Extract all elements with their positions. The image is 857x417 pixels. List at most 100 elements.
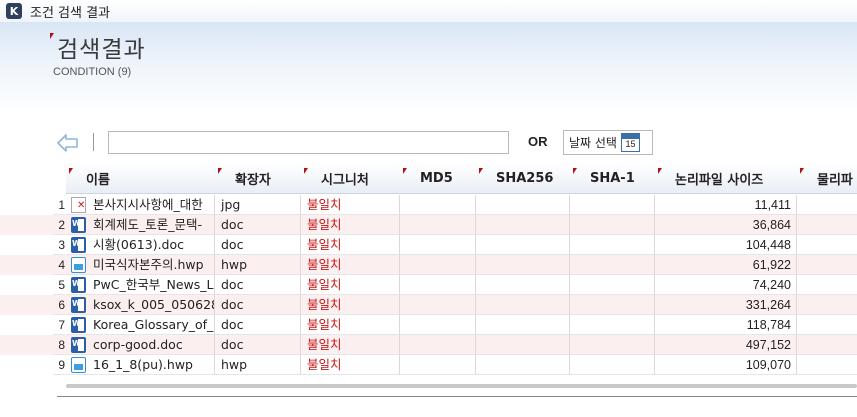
signature-cell: 불일치 [301,255,400,275]
hwp-file-icon [71,257,86,273]
table-row[interactable]: 2 회계제도_토론_문택-doc불일치 36,864 [0,215,857,235]
physical-size-cell [797,295,857,315]
file-name-cell[interactable]: 본사지시사항에_대한 [66,195,215,215]
table-row[interactable]: 4 미국식자본주의.hwp hwp 불일치 61,922 [0,255,857,275]
column-header-sha1[interactable]: SHA-1 [570,163,655,194]
file-name: Korea_Glossary_of_1 [93,317,215,332]
row-number: 2 [53,215,65,235]
physical-size-cell [797,355,857,375]
sha256-cell [476,255,570,275]
horizontal-scrollbar[interactable] [66,384,857,388]
column-header-name[interactable]: 이름 [66,163,215,194]
column-header-md5[interactable]: MD5 [400,163,476,194]
table-row[interactable]: 9 16_1_8(pu).hwp hwp 불일치 109,070 [0,355,857,375]
physical-size-cell [797,215,857,235]
file-name: corp-good.doc [93,337,183,352]
table-row[interactable]: 8 corp-good.doc doc불일치 497,152 [0,335,857,355]
search-input[interactable] [108,131,509,154]
file-name-cell[interactable]: 회계제도_토론_문택- [66,215,215,235]
file-name: PwC_한국부_News_L [93,277,214,292]
sha256-cell [476,295,570,315]
physical-size-cell [797,315,857,335]
table-row[interactable]: 7 Korea_Glossary_of_1doc불일치 118,784 [0,315,857,335]
file-name-cell[interactable]: Korea_Glossary_of_1 [66,315,215,335]
logical-size-cell: 331,264 [655,295,797,315]
file-name-cell[interactable]: corp-good.doc [66,335,215,355]
logical-size-cell: 61,922 [655,255,797,275]
file-name: 본사지시사항에_대한 [93,197,203,212]
sha256-cell [476,275,570,295]
file-name-cell[interactable]: 시황(0613).doc [66,235,215,255]
signature-cell: 불일치 [301,195,400,215]
sha256-cell [476,355,570,375]
md5-cell [400,215,476,235]
md5-cell [400,315,476,335]
file-name: 회계제도_토론_문택- [93,217,203,232]
extension-cell: jpg [215,195,301,215]
md5-cell [400,195,476,215]
extension-cell: doc [215,335,301,355]
physical-size-cell [797,275,857,295]
condition-count: CONDITION (9) [53,66,132,78]
physical-size-cell [797,335,857,355]
hwp-file-icon [71,357,86,373]
sha1-cell [570,235,655,255]
signature-cell: 불일치 [301,335,400,355]
md5-cell [400,275,476,295]
row-number: 1 [53,195,65,215]
extension-cell: doc [215,215,301,235]
column-header-logical-size[interactable]: 논리파일 사이즈 [655,163,797,194]
extension-cell: doc [215,315,301,335]
title-marker-icon [50,33,54,39]
date-select-button[interactable]: 날짜 선택 15 [563,130,653,155]
table-row[interactable]: 3 시황(0613).doc doc불일치 104,448 [0,235,857,255]
file-name-cell[interactable]: PwC_한국부_News_L [66,275,215,295]
bottom-divider [57,396,857,397]
physical-size-cell [797,195,857,215]
file-name: 미국식자본주의.hwp [93,257,204,272]
window-titlebar: K 조건 검색 결과 [0,0,857,22]
sha1-cell [570,295,655,315]
sha1-cell [570,255,655,275]
column-header-ext[interactable]: 확장자 [215,163,301,194]
extension-cell: doc [215,275,301,295]
extension-cell: hwp [215,255,301,275]
file-name: 16_1_8(pu).hwp [93,357,193,372]
signature-cell: 불일치 [301,355,400,375]
table-row[interactable]: 1 본사지시사항에_대한 jpg불일치 11,411 [0,195,857,215]
signature-cell: 불일치 [301,235,400,255]
signature-cell: 불일치 [301,315,400,335]
column-header-sha256[interactable]: SHA256 [476,163,570,194]
toolbar-separator [93,133,94,151]
calendar-icon: 15 [620,133,640,152]
row-number: 3 [53,235,65,255]
row-number: 8 [53,335,65,355]
doc-file-icon [71,317,86,333]
file-name-cell[interactable]: ksox_k_005_050628.c [66,295,215,315]
signature-cell: 불일치 [301,215,400,235]
physical-size-cell [797,235,857,255]
sha1-cell [570,275,655,295]
sha1-cell [570,215,655,235]
file-name: ksox_k_005_050628.c [93,297,214,312]
table-row[interactable]: 5 PwC_한국부_News_Ldoc불일치 74,240 [0,275,857,295]
jpg-broken-icon [71,197,86,213]
extension-cell: doc [215,295,301,315]
sha1-cell [570,335,655,355]
or-label: OR [528,134,548,149]
column-header-signature[interactable]: 시그니처 [301,163,400,194]
table-row[interactable]: 6 ksox_k_005_050628.cdoc불일치 331,264 [0,295,857,315]
file-name-cell[interactable]: 16_1_8(pu).hwp [66,355,215,375]
sha256-cell [476,315,570,335]
doc-file-icon [71,277,86,293]
logical-size-cell: 104,448 [655,235,797,255]
signature-cell: 불일치 [301,275,400,295]
page-title: 검색결과 [57,37,146,63]
md5-cell [400,235,476,255]
physical-size-cell [797,255,857,275]
column-header-physical-size[interactable]: 물리파 [797,163,857,194]
file-name-cell[interactable]: 미국식자본주의.hwp [66,255,215,275]
back-arrow-icon[interactable] [56,133,80,153]
md5-cell [400,295,476,315]
sha1-cell [570,315,655,335]
